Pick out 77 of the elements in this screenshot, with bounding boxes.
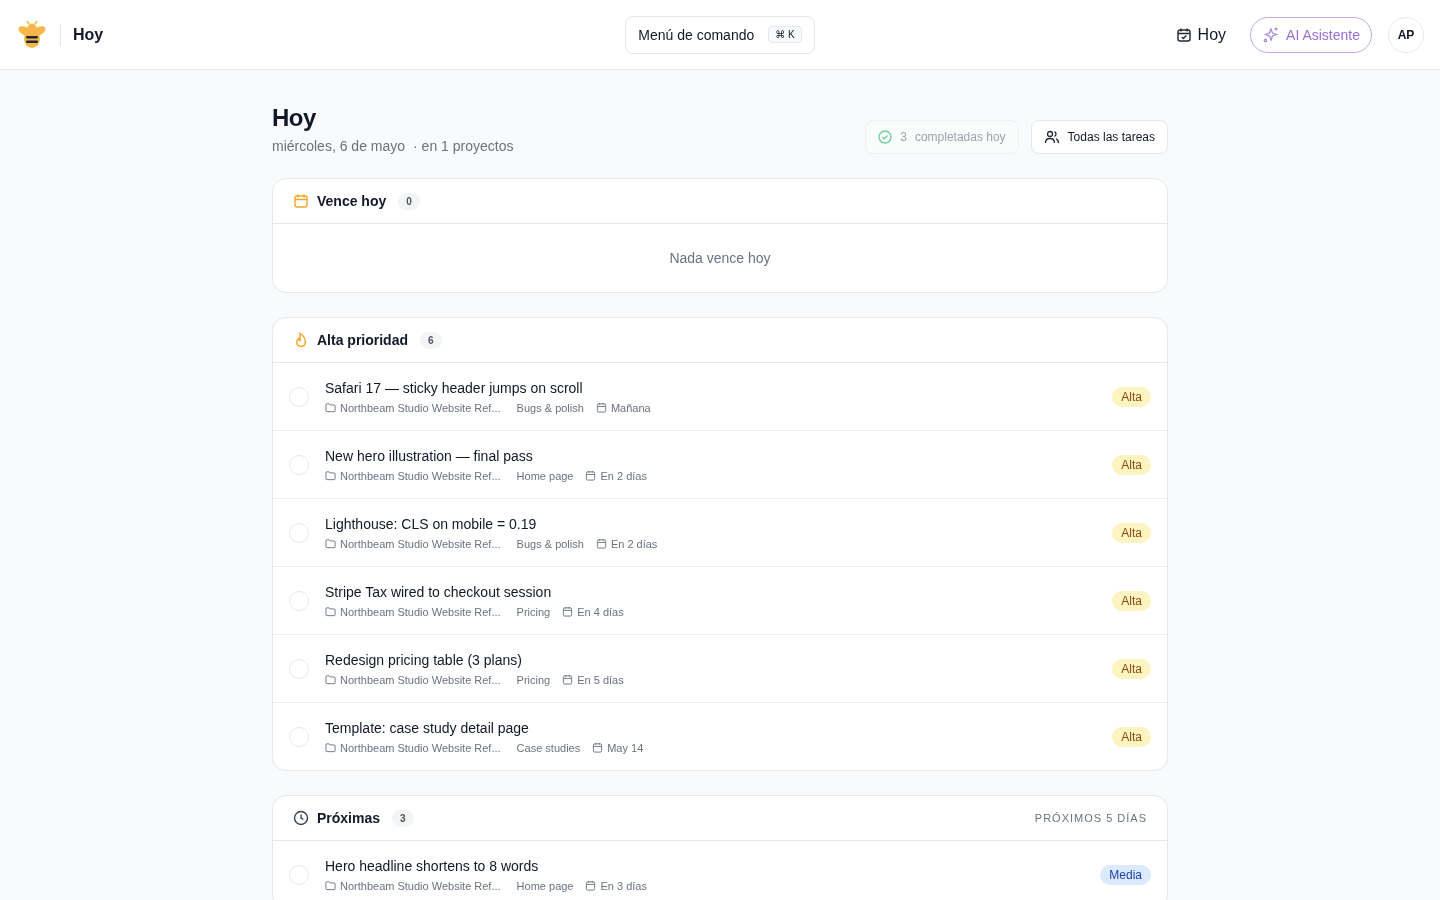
empty-message: Nada vence hoy	[668, 249, 772, 268]
list-name: Pricing	[516, 673, 551, 686]
priority-badge: Alta	[1112, 726, 1151, 747]
date-text: miércoles, 6 de mayo	[272, 138, 406, 154]
section-title: Alta prioridad	[317, 332, 408, 348]
project-name: Northbeam Studio Website Ref...	[340, 605, 501, 618]
project-count-text: · en 1 proyectos	[413, 138, 514, 154]
shortcut-key: ⌘ K	[768, 26, 802, 43]
calendar-icon	[595, 538, 607, 549]
calendar-icon	[562, 606, 574, 617]
due-date: En 2 días	[610, 537, 658, 550]
task-title: New hero illustration — final pass	[325, 447, 534, 464]
due-date: En 4 días	[577, 605, 624, 618]
page-title: Hoy	[73, 25, 104, 44]
project-name: Northbeam Studio Website Ref...	[340, 673, 501, 686]
clock-icon	[293, 810, 309, 826]
section-range-label: PRÓXIMOS 5 DÍAS	[1034, 812, 1147, 824]
list-name: Home page	[516, 469, 574, 482]
task-title: Hero headline shortens to 8 words	[325, 857, 540, 874]
due-date: En 5 días	[577, 673, 624, 686]
command-menu-button[interactable]: Menú de comando ⌘ K	[625, 15, 815, 54]
all-tasks-button[interactable]: Todas las tareas	[1030, 120, 1168, 154]
page-heading: Hoy	[272, 104, 317, 132]
folder-icon	[325, 538, 336, 549]
flame-icon	[293, 332, 309, 348]
section-count: 0	[398, 192, 420, 210]
ai-assistant-button[interactable]: AI Asistente	[1250, 16, 1372, 53]
section-count: 3	[392, 809, 414, 827]
users-icon	[1043, 129, 1060, 145]
priority-badge: Alta	[1112, 454, 1151, 475]
task-title: Safari 17 — sticky header jumps on scroll	[325, 379, 584, 396]
task-title: Template: case study detail page	[325, 719, 530, 736]
calendar-check-icon	[1175, 26, 1192, 43]
list-name: Home page	[516, 879, 574, 892]
section-title: Próximas	[317, 810, 381, 826]
folder-icon	[325, 606, 336, 617]
bee-logo-icon	[16, 18, 48, 51]
section-title: Vence hoy	[317, 193, 387, 209]
task-title: Lighthouse: CLS on mobile = 0.19	[325, 515, 538, 532]
due-date: En 3 días	[600, 879, 647, 892]
priority-badge: Media	[1100, 864, 1151, 885]
task-title: Stripe Tax wired to checkout session	[325, 583, 553, 600]
project-name: Northbeam Studio Website Ref...	[340, 879, 501, 892]
list-name: Case studies	[516, 741, 581, 754]
due-date: Mañana	[610, 401, 651, 414]
check-circle-icon	[878, 130, 893, 144]
calendar-icon	[562, 674, 574, 685]
calendar-icon	[585, 470, 597, 481]
today-button[interactable]: Hoy	[1167, 21, 1235, 48]
priority-badge: Alta	[1112, 590, 1151, 611]
folder-icon	[325, 470, 336, 481]
priority-badge: Alta	[1112, 386, 1151, 407]
project-name: Northbeam Studio Website Ref...	[340, 741, 501, 754]
due-date: May 14	[607, 741, 644, 754]
task-title: Redesign pricing table (3 plans)	[325, 651, 523, 668]
project-name: Northbeam Studio Website Ref...	[340, 401, 501, 414]
calendar-icon	[585, 880, 597, 891]
folder-icon	[325, 402, 336, 413]
folder-icon	[325, 880, 336, 891]
list-name: Bugs & polish	[516, 401, 584, 414]
priority-badge: Alta	[1112, 522, 1151, 543]
section-count: 6	[420, 331, 442, 349]
calendar-icon	[293, 193, 309, 209]
calendar-icon	[592, 742, 604, 753]
completed-count: 3	[900, 130, 907, 144]
user-avatar[interactable]: AP	[1388, 16, 1424, 53]
sparkle-icon	[1262, 25, 1281, 44]
calendar-icon	[595, 402, 607, 413]
folder-icon	[325, 742, 336, 753]
list-name: Pricing	[516, 605, 551, 618]
list-name: Bugs & polish	[516, 537, 584, 550]
folder-icon	[325, 674, 336, 685]
project-name: Northbeam Studio Website Ref...	[340, 537, 501, 550]
completed-label: completadas hoy	[914, 130, 1006, 144]
project-name: Northbeam Studio Website Ref...	[340, 469, 501, 482]
priority-badge: Alta	[1112, 658, 1151, 679]
due-date: En 2 días	[600, 469, 647, 482]
